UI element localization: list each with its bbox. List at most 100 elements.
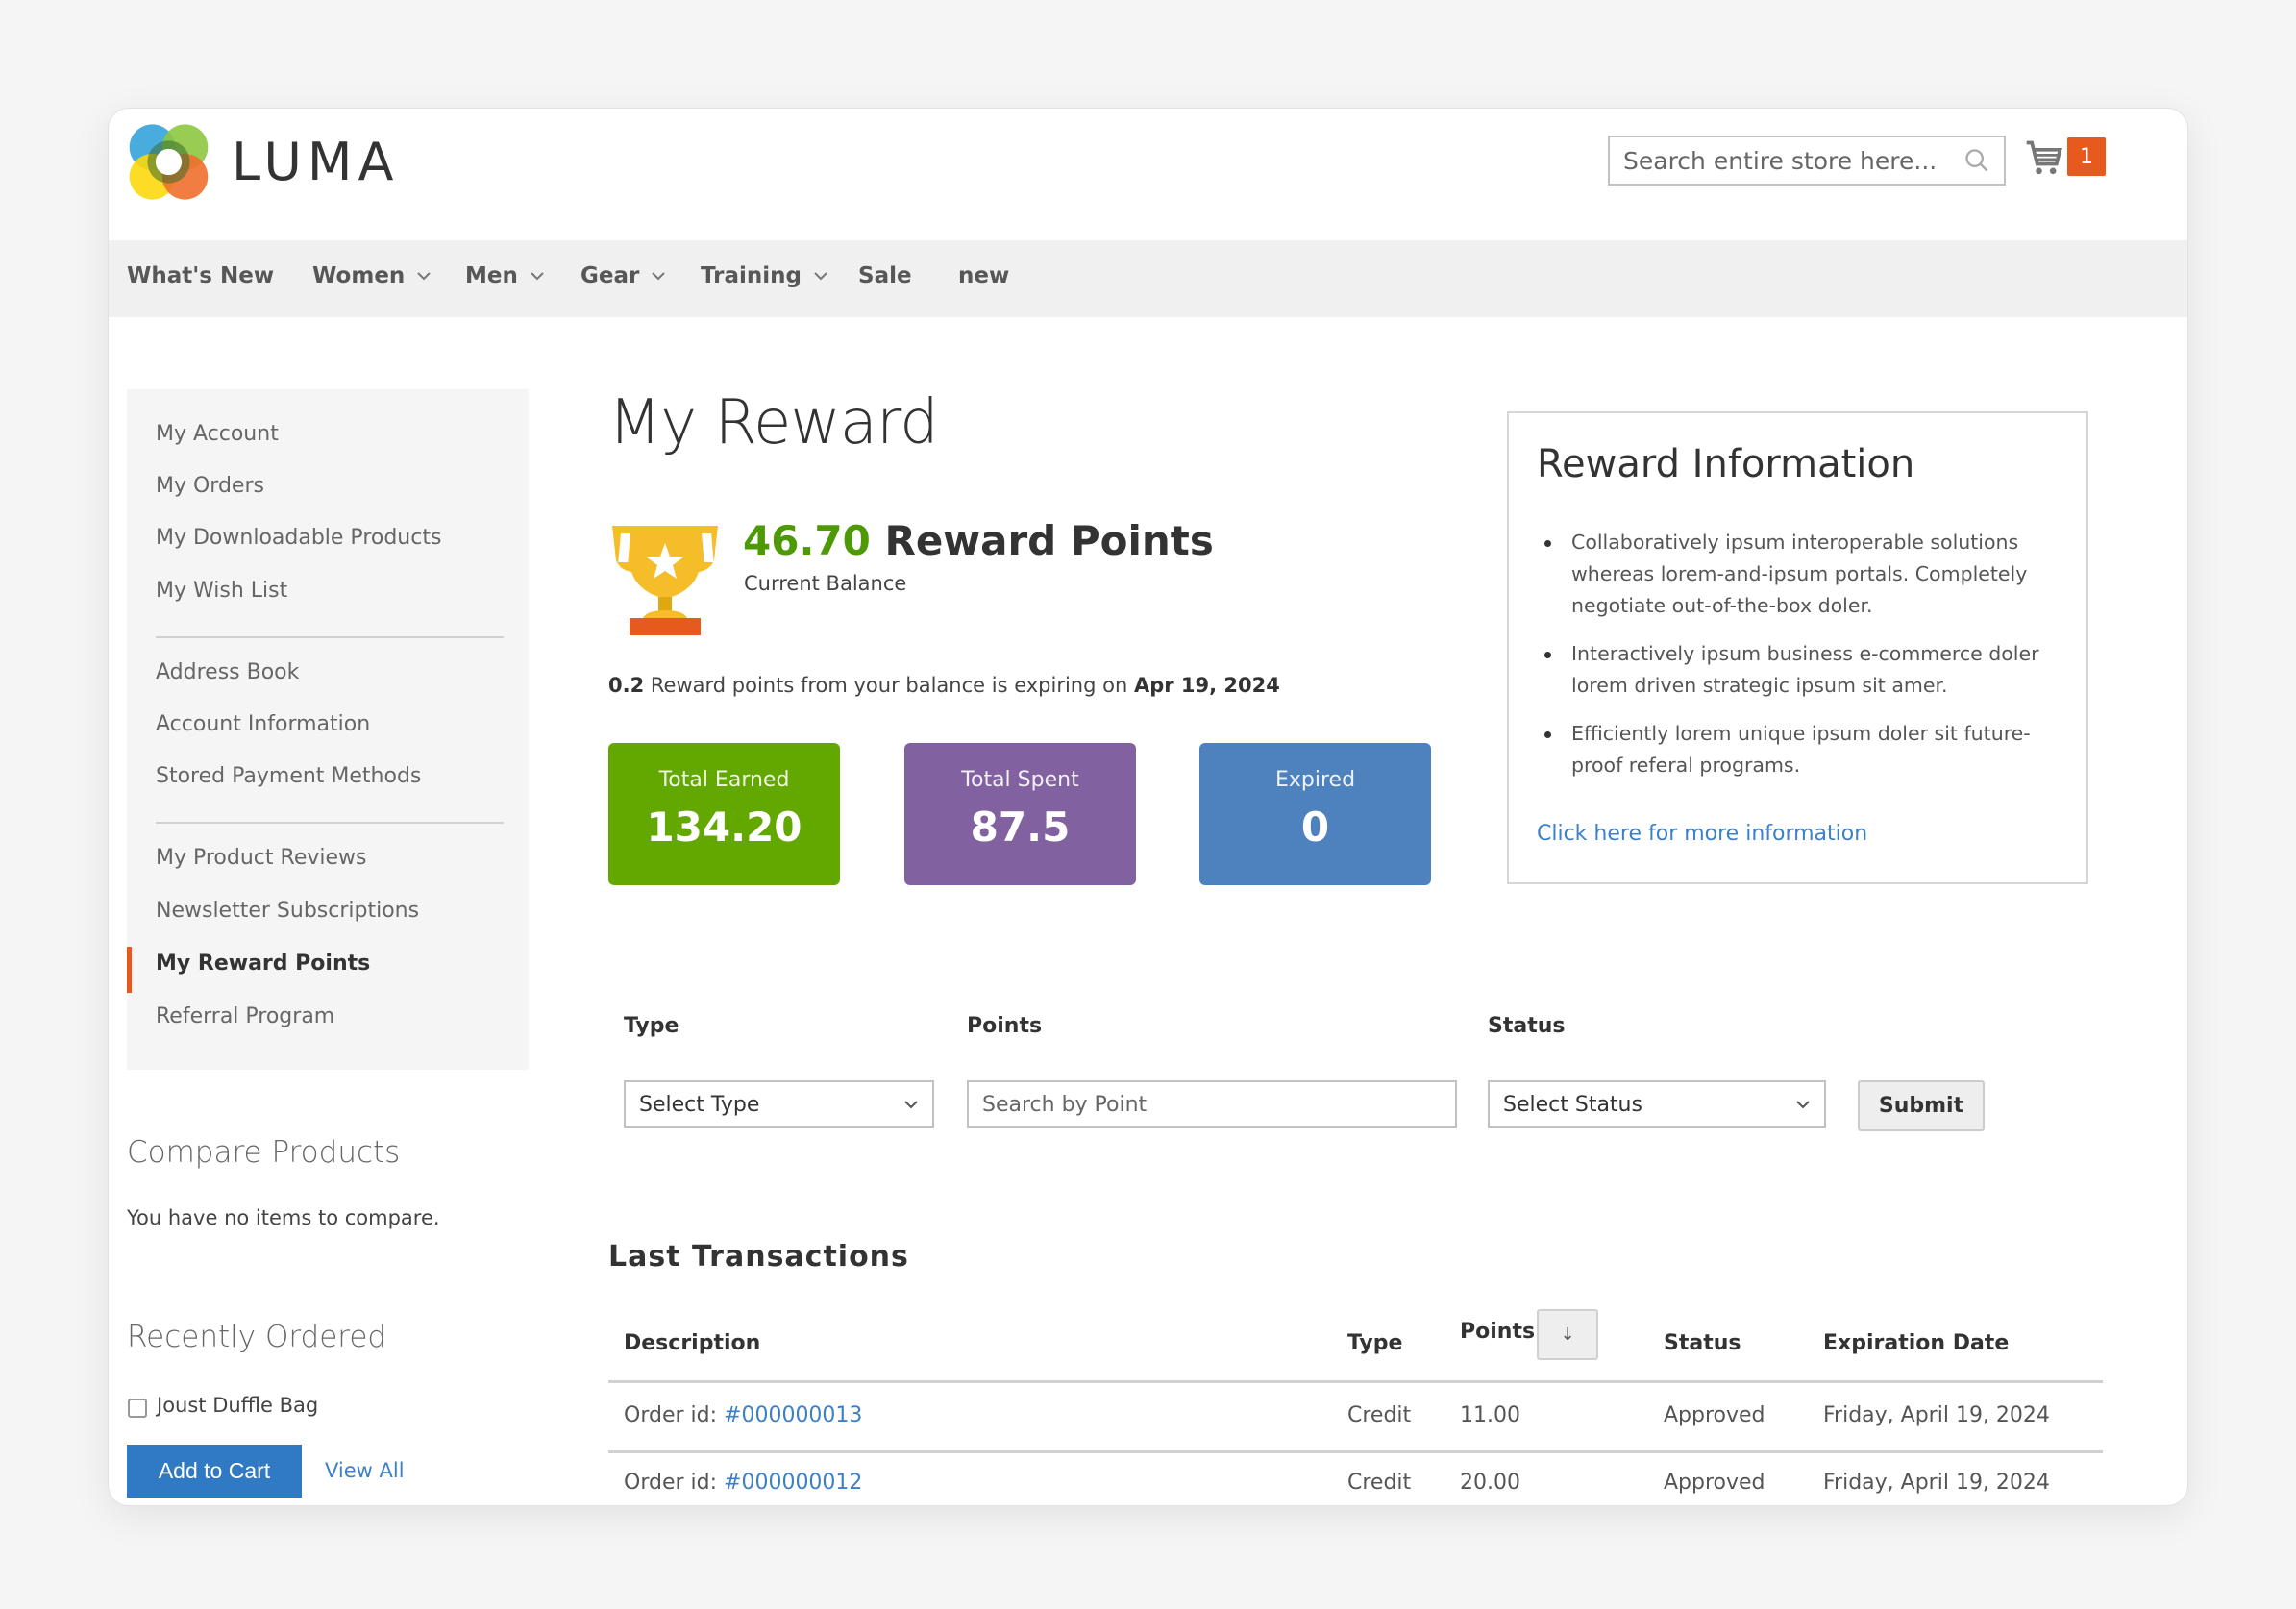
table-row-points: 11.00: [1460, 1403, 1520, 1427]
browser-page-frame: LUMA 1 What's New Women Men Gear Trainin…: [108, 108, 2188, 1506]
table-row-points: 20.00: [1460, 1471, 1520, 1495]
order-link[interactable]: #000000012: [724, 1471, 862, 1495]
sidebar-item-account-information[interactable]: Account Information: [156, 712, 370, 736]
column-header-expiration-date: Expiration Date: [1823, 1331, 2010, 1355]
status-select[interactable]: Select Status: [1488, 1080, 1826, 1128]
table-row-expiration: Friday, April 19, 2024: [1823, 1471, 2050, 1495]
nav-label: Men: [465, 263, 518, 288]
sidebar-item-downloadable-products[interactable]: My Downloadable Products: [156, 526, 441, 550]
stat-label: Total Earned: [658, 768, 790, 792]
sidebar-item-address-book[interactable]: Address Book: [156, 660, 299, 684]
more-information-link[interactable]: Click here for more information: [1537, 822, 1867, 846]
sidebar-item-reward-points[interactable]: My Reward Points: [156, 952, 370, 976]
info-bullet: Efficiently lorem unique ipsum doler sit…: [1537, 718, 2075, 781]
submit-button[interactable]: Submit: [1858, 1080, 1985, 1131]
sidebar-item-my-orders[interactable]: My Orders: [156, 474, 264, 498]
column-header-description: Description: [624, 1331, 761, 1355]
order-link[interactable]: #000000013: [724, 1403, 862, 1427]
table-row-expiration: Friday, April 19, 2024: [1823, 1403, 2050, 1427]
chevron-down-icon: [417, 272, 432, 281]
cart-icon[interactable]: [2023, 137, 2065, 180]
points-search-field[interactable]: [967, 1080, 1457, 1128]
trophy-icon: [612, 526, 718, 635]
chevron-down-icon: [652, 272, 666, 281]
search-icon[interactable]: [1963, 147, 1990, 174]
nav-label: Training: [701, 263, 802, 288]
expiry-date: Apr 19, 2024: [1133, 674, 1280, 697]
nav-item-gear[interactable]: Gear: [580, 263, 666, 288]
last-transactions-title: Last Transactions: [608, 1240, 909, 1274]
table-row-description: Order id: #000000012: [624, 1471, 862, 1495]
page-title: My Reward: [608, 387, 939, 458]
type-filter-label: Type: [624, 1014, 679, 1038]
cart-count-badge[interactable]: 1: [2067, 137, 2106, 176]
chevron-down-icon: [904, 1101, 918, 1109]
stat-total-spent: Total Spent 87.5: [904, 743, 1136, 885]
nav-label: new: [958, 263, 1010, 288]
nav-label: Gear: [580, 263, 640, 288]
luma-logo-icon[interactable]: [128, 121, 210, 203]
table-row-type: Credit: [1347, 1403, 1412, 1427]
nav-item-new[interactable]: new: [958, 263, 1009, 288]
view-all-link[interactable]: View All: [325, 1459, 405, 1482]
expiry-text: Reward points from your balance is expir…: [650, 674, 1128, 697]
recent-item-checkbox[interactable]: [128, 1399, 147, 1418]
sidebar-item-my-account[interactable]: My Account: [156, 422, 279, 446]
order-id-prefix: Order id:: [624, 1471, 718, 1495]
sidebar-item-product-reviews[interactable]: My Product Reviews: [156, 846, 366, 870]
account-sidebar: My Account My Orders My Downloadable Pro…: [127, 389, 529, 1070]
chevron-down-icon: [531, 272, 544, 281]
sidebar-item-newsletter-subscriptions[interactable]: Newsletter Subscriptions: [156, 899, 419, 923]
recent-item-name: Joust Duffle Bag: [157, 1394, 319, 1417]
sidebar-item-wish-list[interactable]: My Wish List: [156, 579, 287, 603]
column-header-status: Status: [1664, 1331, 1741, 1355]
nav-item-whats-new[interactable]: What's New: [127, 263, 274, 288]
active-indicator: [127, 947, 132, 993]
nav-item-men[interactable]: Men: [465, 263, 545, 288]
main-navigation: What's New Women Men Gear Training Sale …: [109, 240, 2187, 317]
add-to-cart-button[interactable]: Add to Cart: [127, 1445, 302, 1498]
compare-empty-text: You have no items to compare.: [127, 1206, 440, 1229]
nav-label: What's New: [127, 263, 275, 288]
table-row-type: Credit: [1347, 1471, 1412, 1495]
nav-item-sale[interactable]: Sale: [858, 263, 912, 288]
table-row-description: Order id: #000000013: [624, 1403, 862, 1427]
logo-text[interactable]: LUMA: [232, 132, 399, 192]
reward-information-panel: Reward Information Collaboratively ipsum…: [1507, 411, 2088, 884]
stat-total-earned: Total Earned 134.20: [608, 743, 840, 885]
reward-information-title: Reward Information: [1537, 442, 1915, 486]
stat-label: Total Spent: [961, 768, 1079, 792]
compare-products-title: Compare Products: [127, 1135, 401, 1170]
expiry-notice: 0.2 Reward points from your balance is e…: [608, 674, 1280, 697]
sort-arrow-icon: ↓: [1560, 1324, 1575, 1345]
table-divider: [608, 1380, 2103, 1383]
type-select[interactable]: Select Type: [624, 1080, 934, 1128]
nav-item-women[interactable]: Women: [312, 263, 432, 288]
column-header-type: Type: [1347, 1331, 1403, 1355]
nav-label: Sale: [858, 263, 912, 288]
column-header-points: Points: [1460, 1320, 1536, 1344]
status-select-value: Select Status: [1503, 1092, 1642, 1117]
expiring-points: 0.2: [608, 674, 645, 697]
info-bullet: Collaboratively ipsum interoperable solu…: [1537, 527, 2075, 622]
sort-points-button[interactable]: ↓: [1537, 1309, 1598, 1360]
info-bullet: Interactively ipsum business e-commerce …: [1537, 638, 2075, 702]
stat-expired: Expired 0: [1199, 743, 1431, 885]
nav-item-training[interactable]: Training: [701, 263, 828, 288]
sidebar-item-stored-payment-methods[interactable]: Stored Payment Methods: [156, 764, 421, 788]
status-filter-label: Status: [1488, 1014, 1566, 1038]
recently-ordered-title: Recently Ordered: [127, 1320, 387, 1354]
stat-value: 0: [1300, 804, 1330, 851]
type-select-value: Select Type: [639, 1092, 760, 1117]
sidebar-divider: [156, 822, 504, 824]
points-search-input[interactable]: [982, 1092, 1442, 1117]
search-input[interactable]: [1610, 137, 1946, 184]
reward-information-list: Collaboratively ipsum interoperable solu…: [1537, 527, 2075, 798]
nav-label: Women: [312, 263, 406, 288]
search-box[interactable]: [1608, 136, 2006, 186]
balance-unit: Reward Points: [884, 517, 1214, 564]
order-id-prefix: Order id:: [624, 1403, 718, 1427]
points-filter-label: Points: [967, 1014, 1043, 1038]
sidebar-item-referral-program[interactable]: Referral Program: [156, 1004, 334, 1028]
balance-label: Current Balance: [744, 572, 907, 595]
